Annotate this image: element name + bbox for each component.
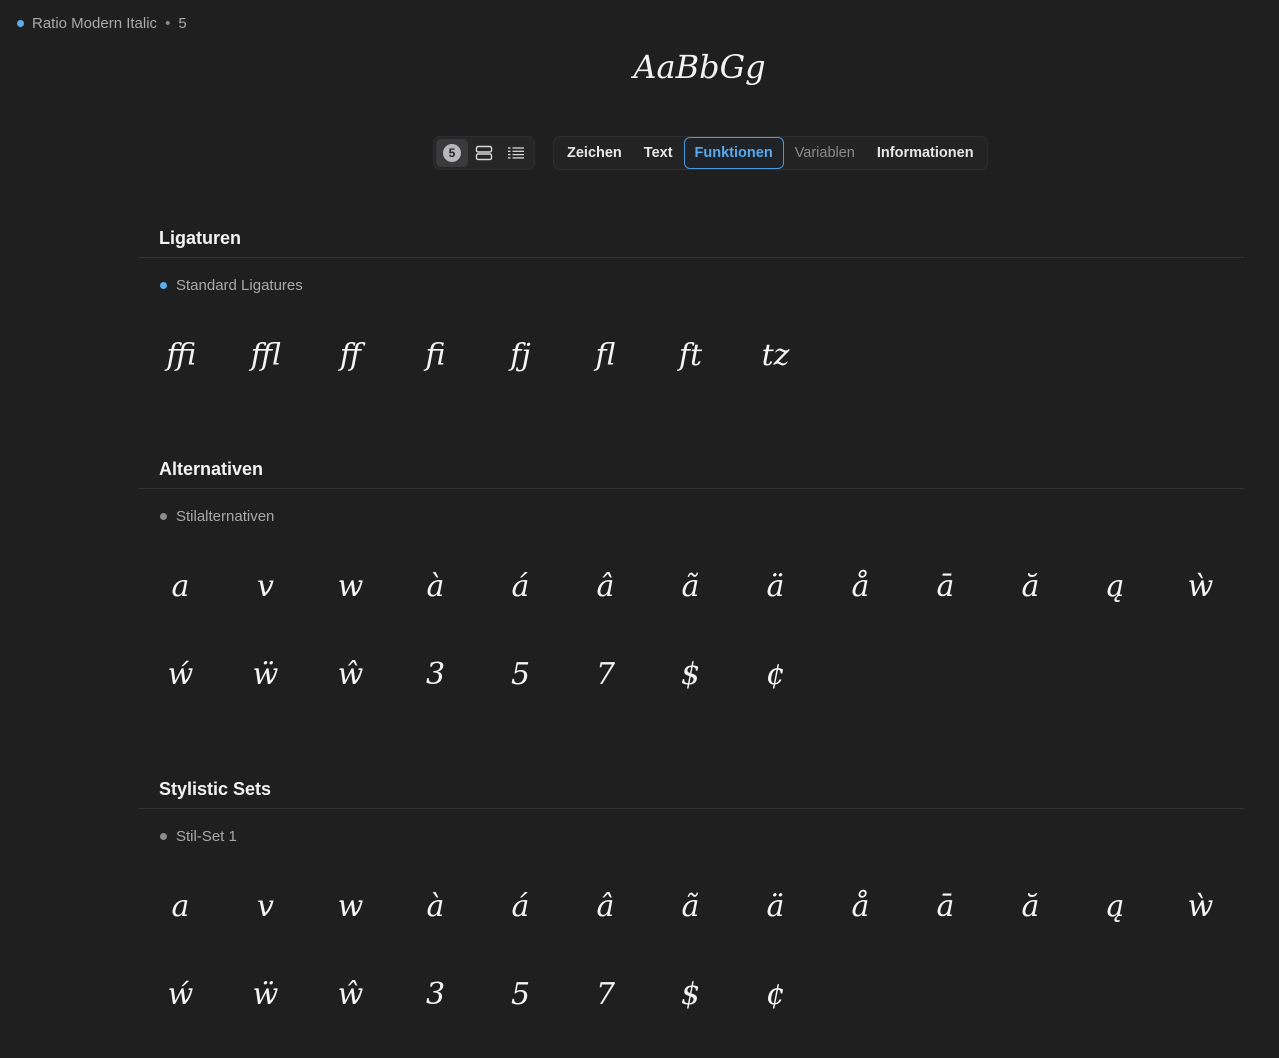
glyph-cell[interactable]: ä — [733, 892, 818, 922]
section-stylistic-sets: Stylistic Sets Stil-Set 1avwàáâãäåāăąẁẃẅŵ… — [138, 774, 1244, 1039]
glyph-cell[interactable]: ﬃ — [138, 341, 223, 371]
feature-label: Stilalternativen — [176, 508, 275, 525]
list-icon — [508, 147, 524, 159]
glyph-row: avwàáâãäåāăąẁ — [138, 863, 1244, 951]
feature-status-dot-icon — [160, 282, 167, 289]
status-dot-icon — [17, 20, 24, 27]
glyph-cell[interactable]: $ — [648, 980, 733, 1010]
glyph-cell[interactable]: å — [818, 572, 903, 602]
glyph-cell[interactable]: w — [308, 892, 393, 922]
font-name: Ratio Modern Italic — [32, 15, 158, 32]
glyph-grid: a v w à á â ã ä å ā ă ą ẁ ẃ ẅ ŵ 3 5 7 $ ¢ — [138, 863, 1244, 1039]
glyph-cell[interactable]: 5 — [478, 660, 563, 690]
tab-funktionen[interactable]: Funktionen — [683, 137, 784, 169]
feature-status-dot-icon — [160, 833, 167, 840]
glyph-grid: ﬃ ﬄ ﬀ ﬁ fj ﬂ ft tz — [138, 312, 1244, 400]
font-preview: AaBbGg — [633, 48, 766, 86]
glyph-cell[interactable]: ŵ — [308, 660, 393, 690]
font-title-bar: Ratio Modern Italic • 5 — [17, 15, 187, 32]
glyph-cell[interactable]: ẃ — [138, 980, 223, 1010]
rows-view-button[interactable] — [468, 139, 500, 167]
toolbar: 5 Zeichen Text Funktionen Variablen Info… — [433, 136, 988, 170]
glyph-row: avwàáâãäåāăąẁ — [138, 543, 1244, 631]
feature-toggle[interactable]: Standard Ligatures — [160, 277, 1244, 294]
glyph-cell[interactable]: à — [393, 572, 478, 602]
glyph-cell[interactable]: ẅ — [223, 980, 308, 1010]
glyph-cell[interactable]: ẅ — [223, 660, 308, 690]
glyph-cell[interactable]: $ — [648, 660, 733, 690]
section-divider — [138, 488, 1244, 489]
tab-text[interactable]: Text — [633, 137, 684, 169]
glyph-cell[interactable]: tz — [733, 341, 818, 371]
count-badge-icon: 5 — [443, 144, 461, 162]
glyph-cell[interactable]: á — [478, 892, 563, 922]
glyph-row: ﬃ ﬄ ﬀ ﬁ fj ﬂ ft tz — [138, 312, 1244, 400]
glyph-cell[interactable]: ą — [1073, 892, 1158, 922]
section-title: Ligaturen — [159, 228, 242, 248]
glyph-cell[interactable]: ă — [988, 892, 1073, 922]
glyph-cell[interactable]: ã — [648, 572, 733, 602]
glyph-cell[interactable]: fj — [478, 341, 563, 371]
glyph-cell[interactable]: v — [223, 892, 308, 922]
style-count: 5 — [178, 15, 187, 32]
tab-bar: Zeichen Text Funktionen Variablen Informatio… — [553, 136, 988, 170]
glyph-cell[interactable]: ā — [903, 572, 988, 602]
view-mode-group: 5 — [433, 136, 535, 170]
list-view-button[interactable] — [500, 139, 532, 167]
feature-toggle[interactable]: Stil-Set 1 — [160, 828, 1244, 845]
glyph-cell[interactable]: ¢ — [733, 660, 818, 690]
glyph-cell[interactable]: ¢ — [733, 980, 818, 1010]
glyph-cell[interactable]: ﬁ — [393, 341, 478, 371]
tab-zeichen[interactable]: Zeichen — [556, 137, 633, 169]
tab-informationen[interactable]: Informationen — [866, 137, 985, 169]
feature-toggle[interactable]: Stilalternativen — [160, 508, 1244, 525]
glyph-cell[interactable]: a — [138, 892, 223, 922]
glyph-cell[interactable]: ă — [988, 572, 1073, 602]
glyph-cell[interactable]: â — [563, 892, 648, 922]
glyph-cell[interactable]: ã — [648, 892, 733, 922]
glyph-cell[interactable]: å — [818, 892, 903, 922]
glyph-cell[interactable]: ā — [903, 892, 988, 922]
feature-status-dot-icon — [160, 513, 167, 520]
section-divider — [138, 257, 1244, 258]
glyph-cell[interactable]: ft — [648, 341, 733, 371]
glyph-cell[interactable]: ẁ — [1158, 892, 1243, 922]
glyph-cell[interactable]: 7 — [563, 980, 648, 1010]
glyph-cell[interactable]: ą — [1073, 572, 1158, 602]
glyph-cell[interactable]: w — [308, 572, 393, 602]
glyph-cell[interactable]: 3 — [393, 660, 478, 690]
glyph-cell[interactable]: ẁ — [1158, 572, 1243, 602]
glyph-cell[interactable]: ẃ — [138, 660, 223, 690]
feature-label: Standard Ligatures — [176, 277, 303, 294]
glyph-cell[interactable]: 3 — [393, 980, 478, 1010]
count-view-button[interactable]: 5 — [436, 139, 468, 167]
glyph-cell[interactable]: ﬄ — [223, 341, 308, 371]
glyph-cell[interactable]: à — [393, 892, 478, 922]
glyph-cell[interactable]: â — [563, 572, 648, 602]
font-detail-page: Ratio Modern Italic • 5 AaBbGg 5 Zeichen… — [0, 0, 1279, 1058]
tab-variablen: Variablen — [794, 145, 855, 161]
glyph-cell[interactable]: 7 — [563, 660, 648, 690]
glyph-cell[interactable]: v — [223, 572, 308, 602]
glyph-grid: a v w à á â ã ä å ā ă ą ẁ ẃ ẅ ŵ 3 5 7 $ ¢ — [138, 543, 1244, 719]
glyph-cell[interactable]: a — [138, 572, 223, 602]
section-alternativen: Alternativen Stilalternativen a v w à á â ã ä å ā ă ą… — [138, 454, 1244, 719]
glyph-cell[interactable]: á — [478, 572, 563, 602]
glyph-cell[interactable]: ﬂ — [563, 341, 648, 371]
section-title: Stylistic Sets — [159, 779, 272, 799]
glyph-row: ẃ ẅ ŵ 3 5 7 $ ¢ — [138, 631, 1244, 719]
rows-icon — [475, 145, 493, 161]
glyph-cell[interactable]: ŵ — [308, 980, 393, 1010]
glyph-row: ẃ ẅ ŵ 3 5 7 $ ¢ — [138, 951, 1244, 1039]
feature-label: Stil-Set 1 — [176, 828, 237, 845]
glyph-cell[interactable]: ä — [733, 572, 818, 602]
glyph-cell[interactable]: 5 — [478, 980, 563, 1010]
section-ligaturen: Ligaturen Standard Ligatures ﬃ ﬄ ﬀ ﬁ fj ﬂ ft tz — [138, 223, 1244, 400]
separator: • — [165, 15, 171, 32]
section-divider — [138, 808, 1244, 809]
glyph-cell[interactable]: ﬀ — [308, 341, 393, 371]
section-title: Alternativen — [159, 459, 264, 479]
